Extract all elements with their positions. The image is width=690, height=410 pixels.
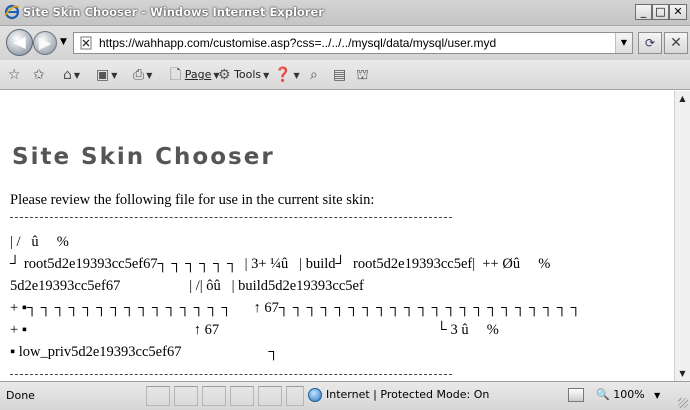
- page-icon: 🗋: [170, 67, 182, 83]
- help-button[interactable]: ❓ ▼: [274, 66, 300, 84]
- file-line: + ▪┐ ┐ ┐ ┐ ┐ ┐ ┐ ┐ ┐ ┐ ┐ ┐ ┐ ┐ ┐ ↑ 67┐ ┐…: [10, 300, 582, 316]
- tools-gear-icon: ⚙: [218, 67, 231, 83]
- messenger-icon: ▤: [333, 67, 347, 83]
- scroll-down-button[interactable]: ▼: [675, 366, 690, 381]
- page-title: Site Skin Chooser: [12, 144, 275, 170]
- print-button[interactable]: ⎙ ▼: [133, 66, 152, 84]
- zoom-dropdown-icon: ▼: [654, 391, 661, 400]
- research-button[interactable]: ⌕: [310, 66, 318, 84]
- addon-button[interactable]: ⛫: [356, 66, 369, 84]
- forward-arrow-icon: ▶: [38, 33, 52, 52]
- close-window-button[interactable]: ✕: [669, 4, 687, 20]
- messenger-button[interactable]: ▤: [333, 66, 346, 84]
- home-button[interactable]: ⌂ ▼: [63, 66, 80, 84]
- address-bar[interactable]: https://wahhapp.com/customise.asp?css=..…: [73, 32, 633, 54]
- add-favorites-icon: ✩: [33, 67, 45, 83]
- status-bar: Done Internet | Protected Mode: On 🔍 100…: [0, 381, 690, 410]
- home-icon: ⌂: [63, 67, 72, 83]
- forward-button[interactable]: ▶: [33, 31, 57, 55]
- minimize-button[interactable]: _: [635, 4, 652, 20]
- title-bar: Site Skin Chooser - Windows Internet Exp…: [0, 0, 690, 26]
- status-panel: [174, 386, 198, 406]
- window-title: Site Skin Chooser - Windows Internet Exp…: [23, 5, 324, 19]
- status-panel: [286, 386, 304, 406]
- status-panel: [146, 386, 170, 406]
- back-button[interactable]: ◀: [6, 29, 33, 56]
- stop-button[interactable]: ✕: [664, 32, 688, 54]
- zoom-control[interactable]: 🔍 100% ▼: [596, 388, 660, 401]
- print-icon: ⎙: [133, 67, 145, 83]
- research-icon: ⌕: [310, 67, 318, 83]
- intro-text: Please review the following file for use…: [10, 192, 375, 208]
- file-line: ┘ root5d2e19393cc5ef67┐ ┐ ┐ ┐ ┐ ┐ | 3+ ¼…: [10, 256, 551, 272]
- maximize-button[interactable]: □: [652, 4, 669, 20]
- command-bar: ☆ ✩ ⌂ ▼ ▣ ▼ ⎙ ▼ 🗋 Page ▼ ⚙ Tools ▼ ❓ ▼ ⌕ ▤ ⛫: [0, 60, 690, 90]
- favorites-star-icon: ☆: [8, 67, 21, 83]
- tools-menu[interactable]: ⚙ Tools ▼: [218, 66, 269, 84]
- stop-icon: ✕: [670, 35, 682, 51]
- page-menu-label: Page: [184, 68, 212, 81]
- scroll-up-button[interactable]: ▲: [675, 91, 690, 106]
- refresh-button[interactable]: ⟳: [638, 32, 662, 54]
- address-dropdown-button[interactable]: ▼: [615, 33, 632, 53]
- popup-blocker-icon[interactable]: [568, 388, 584, 402]
- status-panel: [202, 386, 226, 406]
- page-icon: [80, 36, 92, 50]
- security-zone[interactable]: Internet | Protected Mode: On: [308, 388, 489, 402]
- help-icon: ❓: [274, 67, 292, 83]
- refresh-icon: ⟳: [644, 36, 656, 50]
- resize-grip[interactable]: [678, 398, 688, 408]
- status-text: Done: [6, 389, 35, 402]
- file-line: + ▪ ↑ 67 └ 3 û %: [10, 322, 499, 338]
- tools-menu-label: Tools: [234, 68, 262, 81]
- file-line: ▪ low_priv5d2e19393cc5ef67 ┐: [10, 344, 279, 360]
- file-bottom-divider: [10, 374, 452, 375]
- security-zone-label: Internet | Protected Mode: On: [326, 388, 490, 401]
- ie-logo-icon: [4, 4, 20, 20]
- vertical-scrollbar[interactable]: ▲ ▼: [674, 91, 690, 381]
- addon-icon: ⛫: [356, 67, 369, 83]
- file-line: | / û %: [10, 234, 69, 250]
- page-menu[interactable]: 🗋 Page ▼: [170, 66, 220, 84]
- back-arrow-icon: ◀: [13, 32, 26, 51]
- zoom-magnifier-icon: 🔍: [596, 388, 610, 401]
- address-url[interactable]: https://wahhapp.com/customise.asp?css=..…: [99, 36, 496, 50]
- recent-pages-dropdown[interactable]: ▼: [60, 37, 67, 47]
- internet-zone-globe-icon: [308, 388, 322, 402]
- file-top-divider: [10, 217, 452, 218]
- feeds-button[interactable]: ▣ ▼: [96, 66, 117, 84]
- feeds-icon: ▣: [96, 67, 110, 83]
- add-favorites-button[interactable]: ✩: [33, 66, 45, 84]
- address-toolbar: ◀ ▶ ▼ https://wahhapp.com/customise.asp?…: [0, 26, 690, 60]
- page-content: Site Skin Chooser Please review the foll…: [0, 91, 674, 381]
- status-panel: [230, 386, 254, 406]
- zoom-level: 100%: [613, 388, 645, 401]
- favorites-button[interactable]: ☆: [8, 66, 21, 84]
- file-line: 5d2e19393cc5ef67 | /| ôû | build5d2e1939…: [10, 278, 364, 294]
- status-panel: [258, 386, 282, 406]
